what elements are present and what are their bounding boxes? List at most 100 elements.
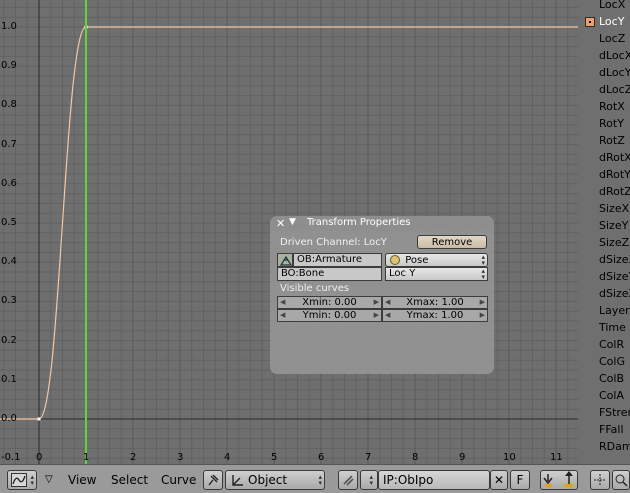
browse-ipo-button[interactable]: ▴ ▾ [360,470,378,490]
channel-item[interactable]: RotX [578,100,630,114]
paste-copy-buttons[interactable] [540,470,578,490]
keyframe-point [37,417,41,421]
decrement-arrow-icon[interactable]: ◀ [385,297,390,308]
x-tick-label: 5 [271,452,278,463]
panel-header[interactable]: ✕ ▼ Transform Properties [270,216,494,231]
y-tick-label: 0.8 [1,99,17,111]
ipo-type-label: Object [248,473,288,487]
channel-item[interactable]: dSizeX [578,253,630,267]
x-tick-label: 1 [83,452,90,463]
channel-item[interactable]: dRotX [578,151,630,165]
channel-label: FStrength [599,406,630,419]
channel-item[interactable]: LocZ [578,32,630,46]
channel-item[interactable]: RotZ [578,134,630,148]
menu-curve[interactable]: Curve [161,473,196,487]
channel-item[interactable]: Time [578,321,630,335]
channel-item[interactable]: dRotZ [578,185,630,199]
y-tick-label: 0.0 [1,413,17,424]
updown-icon: ▴ ▾ [369,473,373,487]
channel-label: RDamp [599,440,630,453]
channel-label: RotX [599,100,625,113]
increment-arrow-icon[interactable]: ▶ [374,297,379,308]
y-tick-label: 0.6 [1,177,17,189]
increment-arrow-icon[interactable]: ▶ [480,310,485,321]
channel-item[interactable]: dSizeZ [578,287,630,301]
channel-label: ColB [599,372,625,385]
close-icon[interactable]: ✕ [276,217,285,230]
menu-select[interactable]: Select [111,473,148,487]
x-tick-label: 9 [459,452,466,463]
channel-item[interactable]: dLocY [578,66,630,80]
channel-label: dRotY [599,168,630,181]
channel-label: ColG [599,355,625,368]
channel-item[interactable]: ColG [578,355,630,369]
channel-label: SizeX [599,202,630,215]
channel-item[interactable]: SizeX [578,202,630,216]
x-tick-label: 4 [224,452,231,463]
zoom-border-icon[interactable] [612,470,630,490]
channel-label: SizeZ [599,236,630,249]
x-tick-label: 0 [36,452,43,463]
unlink-ipo-button[interactable]: ✕ [490,470,508,490]
channel-label: dSizeZ [599,287,630,300]
increment-arrow-icon[interactable]: ▶ [374,310,379,321]
y-tick-label: 0.9 [1,60,17,72]
channel-item[interactable]: dSizeY [578,270,630,284]
y-tick-label: 0.4 [1,256,17,268]
pin-icon[interactable] [203,470,223,490]
y-tick-label: 0.2 [1,334,17,346]
armature-icon[interactable] [277,253,293,267]
xmin-field[interactable]: ◀ Xmin: 0.00 ▶ [277,296,382,309]
ipo-type-select[interactable]: Object ▴ ▾ [225,470,325,490]
channel-label: dSizeY [599,270,630,283]
channel-item[interactable]: ColA [578,389,630,403]
view-all-icon[interactable] [590,470,610,490]
channel-item[interactable]: FFall [578,423,630,437]
channel-item[interactable]: ColB [578,372,630,386]
ymax-value: Ymax: 1.00 [406,310,464,321]
channel-item[interactable]: RDamp [578,440,630,454]
panel-title: Transform Properties [307,217,411,228]
y-tick-label: 0.7 [1,138,17,150]
channel-item[interactable]: LocY [578,15,630,29]
decrement-arrow-icon[interactable]: ◀ [280,310,285,321]
channel-item[interactable]: SizeY [578,219,630,233]
menu-view[interactable]: View [68,473,96,487]
channel-label: SizeY [599,219,629,232]
decrement-arrow-icon[interactable]: ◀ [280,297,285,308]
ymax-field[interactable]: ◀ Ymax: 1.00 ▶ [382,309,488,322]
xmax-field[interactable]: ◀ Xmax: 1.00 ▶ [382,296,488,309]
channel-select[interactable]: Loc Y ▴ ▾ [385,267,488,281]
remove-button[interactable]: Remove [417,235,487,249]
channel-item[interactable]: SizeZ [578,236,630,250]
mode-select-label: Pose [405,255,429,266]
channel-item[interactable]: FStrength [578,406,630,420]
editor-type-selector[interactable]: ▴ ▾ [7,470,37,490]
channel-color-swatch[interactable] [585,17,595,27]
channel-item[interactable]: Layer [578,304,630,318]
channel-item[interactable]: dLocX [578,49,630,63]
y-tick-label: -0.1 [1,452,21,464]
channel-item[interactable]: dRotY [578,168,630,182]
channel-item[interactable]: dLocZ [578,83,630,97]
increment-arrow-icon[interactable]: ▶ [480,297,485,308]
decrement-arrow-icon[interactable]: ◀ [385,310,390,321]
channel-item[interactable]: ColR [578,338,630,352]
mode-select[interactable]: Pose ▴ ▾ [385,253,488,267]
copy-down-icon [543,474,553,485]
channel-item[interactable]: LocX [578,0,630,12]
link-ipo-icon[interactable] [338,470,358,490]
ipo-name-field[interactable]: IP:ObIpo [378,470,490,490]
object-field[interactable]: OB:Armature [293,253,382,267]
updown-icon: ▴ ▾ [318,473,322,487]
channel-label: LocY [599,15,625,28]
ymin-field[interactable]: ◀ Ymin: 0.00 ▶ [277,309,382,322]
channel-label: dLocY [599,66,630,79]
bone-field[interactable]: BO:Bone [277,267,382,281]
object-axis-icon [232,475,243,486]
channel-label: dLocX [599,49,630,62]
menu-collapse-icon[interactable]: ▽ [45,474,53,485]
collapse-icon[interactable]: ▼ [289,217,296,227]
channel-item[interactable]: RotY [578,117,630,131]
fake-user-button[interactable]: F [510,470,530,490]
